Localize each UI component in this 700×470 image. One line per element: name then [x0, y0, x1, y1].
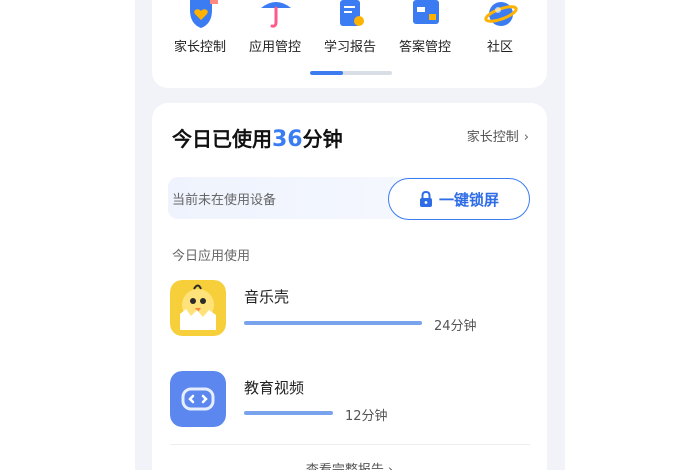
page-indicator-active — [310, 71, 343, 75]
today-usage-title: 今日已使用36分钟 — [172, 123, 343, 152]
app-usage-row[interactable]: 教育视频 12分钟 — [170, 371, 530, 431]
app-name: 音乐壳 — [244, 288, 290, 306]
report-document-icon — [340, 0, 364, 26]
feature-app-control[interactable]: 应用管控 — [239, 0, 311, 60]
usage-card: 今日已使用36分钟 家长控制 › 当前未在使用设备 一键锁屏 今日应用使用 音乐壳… — [152, 103, 547, 470]
parental-control-link[interactable]: 家长控制 › — [467, 126, 529, 145]
feature-card: 家长控制 应用管控 学习报告 答案管控 社区 — [152, 0, 547, 88]
usage-bar — [244, 411, 333, 415]
chevron-right-icon: › — [523, 130, 529, 145]
feature-label: 应用管控 — [248, 40, 301, 55]
umbrella-icon — [261, 2, 291, 28]
feature-label: 学习报告 — [323, 40, 376, 55]
divider — [170, 444, 530, 445]
feature-label: 社区 — [486, 40, 513, 55]
feature-study-report[interactable]: 学习报告 — [314, 0, 386, 60]
usage-bar — [244, 321, 422, 325]
feature-label: 答案管控 — [398, 40, 451, 55]
heart-shield-icon — [190, 0, 218, 28]
lock-screen-button[interactable]: 一键锁屏 — [388, 178, 530, 220]
chick-icon — [170, 280, 226, 336]
usage-prefix: 今日已使用 — [172, 127, 272, 151]
app-name: 教育视频 — [244, 379, 305, 397]
page-indicator — [310, 71, 392, 75]
device-status-text: 当前未在使用设备 — [172, 193, 277, 208]
feature-answer-control[interactable]: 答案管控 — [389, 0, 461, 60]
section-title: 今日应用使用 — [172, 249, 251, 264]
app-usage-row[interactable]: 音乐壳 24分钟 — [170, 280, 530, 340]
usage-suffix: 分钟 — [302, 127, 343, 151]
feature-community[interactable]: 社区 — [464, 0, 536, 60]
parental-control-label: 家长控制 — [466, 130, 519, 145]
full-report-link[interactable]: 查看完整报告 › — [152, 459, 547, 470]
feature-parental-control[interactable]: 家长控制 — [164, 0, 236, 60]
lock-icon — [419, 191, 432, 207]
usage-minutes: 36 — [272, 127, 303, 152]
lock-screen-label: 一键锁屏 — [438, 190, 499, 209]
feature-label: 家长控制 — [173, 40, 226, 55]
community-globe-icon — [484, 2, 518, 26]
answer-control-icon — [413, 0, 439, 24]
robot-face-icon — [170, 371, 226, 427]
usage-duration: 12分钟 — [345, 409, 388, 424]
usage-duration: 24分钟 — [434, 319, 477, 334]
